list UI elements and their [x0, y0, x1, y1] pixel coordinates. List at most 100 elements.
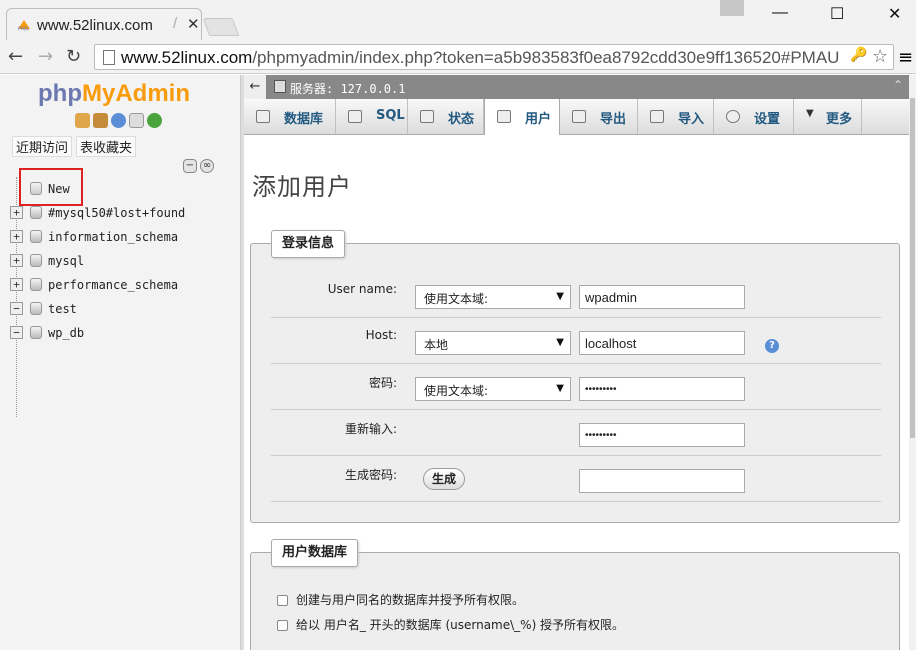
generate-password-row: 生成密码: 生成 — [271, 456, 881, 502]
server-icon — [274, 80, 286, 93]
username-label: User name: — [327, 282, 397, 296]
back-icon[interactable]: ← — [8, 46, 23, 67]
import-icon — [650, 110, 664, 123]
address-bar[interactable]: www.52linux.com/phpmyadmin/index.php?tok… — [94, 44, 894, 70]
collapse-top-icon[interactable]: ⌃ — [893, 78, 903, 92]
key-icon[interactable]: 🔑 — [850, 47, 867, 63]
scrollbar-thumb[interactable] — [910, 98, 915, 438]
bookmark-star-icon[interactable]: ☆ — [872, 46, 888, 67]
tab-separator: / — [173, 15, 178, 32]
chevron-down-icon: ▼ — [806, 108, 814, 119]
sql-icon — [348, 110, 362, 123]
docs-icon[interactable] — [129, 113, 144, 128]
create-db-checkbox[interactable] — [277, 595, 288, 606]
generated-password-input[interactable] — [579, 469, 745, 493]
database-icon — [30, 278, 42, 291]
password-row: 密码: 使用文本域: ▼ ••••••••• — [271, 364, 881, 410]
grant-wildcard-option[interactable]: 给以 用户名_ 开头的数据库 (username\_%) 授予所有权限。 — [277, 616, 624, 633]
expand-icon[interactable]: + — [10, 254, 23, 267]
create-db-option[interactable]: 创建与用户同名的数据库并授予所有权限。 — [277, 591, 524, 608]
nav-links: 近期访问 表收藏夹 — [12, 136, 140, 157]
database-icon — [30, 230, 42, 243]
server-breadcrumb: ← 服务器: 127.0.0.1 ⌃ — [244, 75, 909, 99]
refresh-icon[interactable] — [147, 113, 162, 128]
browser-menu-icon[interactable]: ≡ — [898, 47, 913, 68]
username-input[interactable]: wpadmin — [579, 285, 745, 309]
browser-toolbar: ← → ↻ www.52linux.com/phpmyadmin/index.p… — [0, 40, 916, 74]
status-icon — [420, 110, 434, 123]
dropdown-arrow-icon: ▼ — [556, 337, 564, 348]
generate-button[interactable]: 生成 — [423, 468, 465, 490]
login-info-fieldset: 登录信息 User name: 使用文本域: ▼ wpadmin Host: 本地… — [250, 230, 900, 523]
retype-password-input[interactable]: ••••••••• — [579, 423, 745, 447]
host-input[interactable]: localhost — [579, 331, 745, 355]
page-icon — [103, 50, 115, 65]
tab-status[interactable]: 状态 — [408, 99, 484, 134]
collapse-icon[interactable]: − — [10, 302, 23, 315]
user-database-legend: 用户数据库 — [271, 539, 359, 567]
database-icon — [30, 206, 42, 219]
generate-password-label: 生成密码: — [344, 468, 397, 482]
tab-databases[interactable]: 数据库 — [244, 99, 336, 134]
username-row: User name: 使用文本域: ▼ wpadmin — [271, 272, 881, 318]
help-icon[interactable] — [111, 113, 126, 128]
database-icon — [30, 302, 42, 315]
minimize-icon[interactable]: — — [772, 4, 788, 22]
reload-icon[interactable]: ↻ — [66, 46, 81, 67]
browser-tab[interactable]: PMA www.52linux.com / ✕ — [6, 8, 202, 40]
tab-sql[interactable]: SQL — [336, 99, 408, 134]
tab-more[interactable]: ▼ 更多 — [794, 99, 862, 134]
password-type-select[interactable]: 使用文本域: ▼ — [415, 377, 571, 401]
users-icon — [497, 110, 511, 123]
main-tabs: 数据库 SQL 状态 用户 导出 导入 设置 ▼ 更多 — [244, 99, 909, 135]
expand-icon[interactable]: + — [10, 278, 23, 291]
main-content: ← 服务器: 127.0.0.1 ⌃ 数据库 SQL 状态 用户 导出 导入 设… — [244, 75, 909, 650]
collapse-nav-icon[interactable]: ← — [244, 75, 266, 99]
server-label[interactable]: 服务器: 127.0.0.1 — [290, 80, 405, 97]
dropdown-arrow-icon: ▼ — [556, 291, 564, 302]
nav-icon-bar — [75, 113, 165, 131]
favorites-button[interactable]: 表收藏夹 — [76, 136, 137, 157]
url-path: /phpmyadmin/index.php?token=a5b983583f0e… — [252, 48, 840, 67]
forward-icon[interactable]: → — [38, 46, 53, 67]
close-window-icon[interactable]: ✕ — [888, 4, 901, 24]
recent-button[interactable]: 近期访问 — [12, 136, 73, 157]
phpmyadmin-logo[interactable]: phpMyAdmin — [38, 80, 190, 108]
tab-import[interactable]: 导入 — [638, 99, 714, 134]
annotation-highlight-box — [19, 168, 83, 206]
retype-label: 重新输入: — [344, 422, 397, 436]
navigation-panel: phpMyAdmin 近期访问 表收藏夹 − ∞ New + #mysql50#lo… — [0, 75, 241, 650]
tab-close-icon[interactable]: ✕ — [187, 15, 200, 33]
url-host: www.52linux.com — [121, 48, 253, 67]
host-label: Host: — [365, 328, 397, 342]
export-icon — [572, 110, 586, 123]
collapse-all-icon[interactable]: − — [183, 159, 197, 173]
user-database-fieldset: 用户数据库 创建与用户同名的数据库并授予所有权限。 给以 用户名_ 开头的数据库… — [250, 539, 900, 650]
tab-title: www.52linux.com — [37, 17, 153, 34]
new-tab-button[interactable] — [202, 18, 240, 36]
home-icon[interactable] — [75, 113, 90, 128]
svg-text:PMA: PMA — [18, 27, 29, 32]
expand-icon[interactable]: + — [10, 230, 23, 243]
login-info-legend: 登录信息 — [271, 230, 346, 258]
exit-icon[interactable] — [93, 113, 108, 128]
tab-settings[interactable]: 设置 — [714, 99, 794, 134]
wrench-icon — [726, 110, 740, 123]
expand-icon[interactable]: + — [10, 206, 23, 219]
tab-users[interactable]: 用户 — [484, 99, 560, 135]
username-type-select[interactable]: 使用文本域: ▼ — [415, 285, 571, 309]
grant-wildcard-checkbox[interactable] — [277, 620, 288, 631]
browser-titlebar: PMA www.52linux.com / ✕ — ☐ ✕ — [0, 0, 916, 40]
maximize-icon[interactable]: ☐ — [830, 4, 844, 24]
profile-icon[interactable] — [720, 0, 744, 16]
host-type-select[interactable]: 本地 ▼ — [415, 331, 571, 355]
database-icon — [30, 254, 42, 267]
password-input[interactable]: ••••••••• — [579, 377, 745, 401]
link-icon[interactable]: ∞ — [200, 159, 214, 173]
collapse-icon[interactable]: − — [10, 326, 23, 339]
retype-row: 重新输入: ••••••••• — [271, 410, 881, 456]
tree-controls: − ∞ — [183, 157, 217, 173]
database-icon — [30, 326, 42, 339]
help-icon[interactable]: ? — [765, 339, 779, 353]
tab-export[interactable]: 导出 — [560, 99, 638, 134]
